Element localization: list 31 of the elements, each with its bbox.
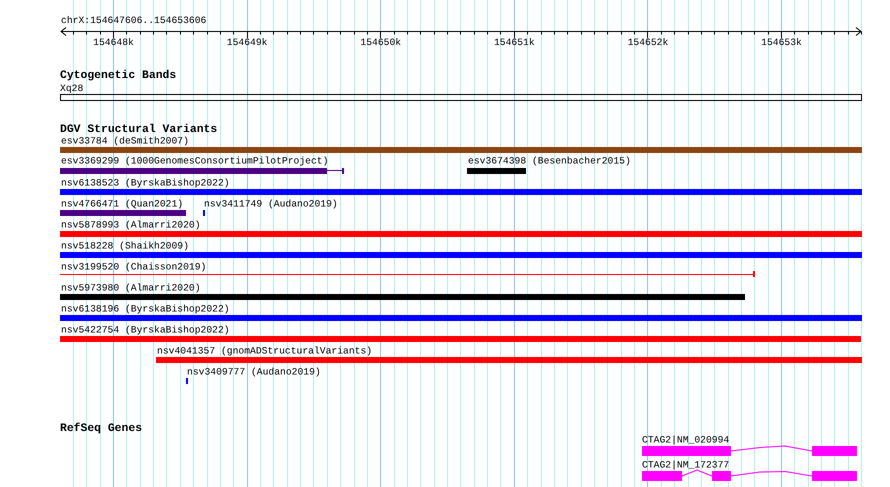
ruler-tick-label: 154651k: [494, 37, 535, 48]
variant-label: nsv4766471 (Quan2021): [61, 198, 184, 210]
variant-label: esv33784 (deSmith2007): [61, 136, 189, 146]
variant-label: nsv5878993 (Almarri2020): [61, 220, 201, 230]
gene-model[interactable]: [642, 469, 857, 481]
location-label: chrX:154647606..154653606: [61, 15, 206, 26]
variant-label: nsv6138196 (ByrskaBishop2022): [61, 304, 230, 314]
variant-label: nsv6138523 (ByrskaBishop2022): [61, 178, 230, 188]
ruler-tick-label: 154650k: [360, 37, 402, 48]
ruler-tick-label: 154653k: [761, 37, 802, 48]
cytoband-bar[interactable]: [60, 94, 862, 101]
ruler-tick-label: 154649k: [226, 37, 268, 48]
variant-label: nsv3411749 (Audano2019): [204, 198, 338, 210]
ruler-tick-label: 154648k: [93, 37, 134, 48]
gene-model[interactable]: [642, 446, 857, 456]
variant-label: nsv5973980 (Almarri2020): [61, 282, 201, 294]
gene-label: CTAG2|NM_020994: [642, 434, 730, 446]
variant-label: esv3369299 (1000GenomesConsortiumPilotProject): [61, 156, 328, 166]
track-title: Cytogenetic Bands: [60, 70, 176, 82]
track-title: DGV Structural Variants: [60, 124, 218, 136]
variant-label: nsv3199520 (Chaisson2019): [61, 262, 206, 272]
ruler-tick-label: 154652k: [628, 37, 668, 48]
variant-label: nsv3409777 (Audano2019): [187, 366, 321, 378]
band-label: Xq28: [60, 83, 84, 94]
variant-label: esv3674398 (Besenbacher2015): [468, 156, 631, 166]
variant-label: nsv4041357 (gnomADStructuralVariants): [157, 346, 372, 356]
variant-bar[interactable]: [60, 168, 344, 174]
variant-label: nsv5422754 (ByrskaBishop2022): [61, 324, 230, 336]
track-title: RefSeq Genes: [60, 423, 142, 435]
variant-label: nsv518228 (Shaikh2009): [61, 240, 189, 252]
gene-label: CTAG2|NM_172377: [642, 460, 730, 470]
